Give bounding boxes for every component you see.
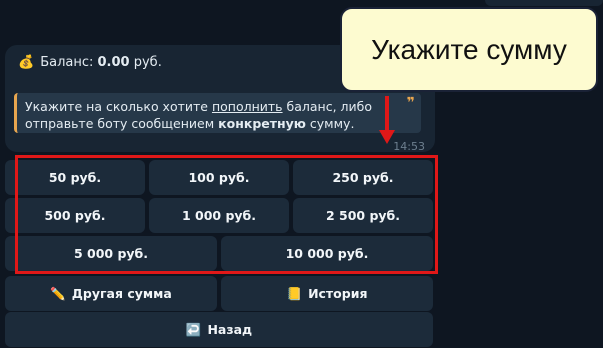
other-amount-button[interactable]: ✏️ Другая сумма xyxy=(5,276,217,311)
topup-link: пополнить xyxy=(211,99,283,114)
other-amount-label: Другая сумма xyxy=(71,286,172,301)
amount-buttons-highlight xyxy=(15,155,438,274)
pointer-arrow-shaft xyxy=(385,96,389,132)
message-time: 14:53 xyxy=(393,140,425,153)
history-label: История xyxy=(308,286,368,301)
balance-label: Баланс: xyxy=(40,55,94,70)
balance-line: 💰 Баланс: 0.00 руб. xyxy=(18,55,162,70)
quote-block: Укажите на сколько хотите пополнить бала… xyxy=(14,93,421,133)
notepad-icon: 📒 xyxy=(286,285,303,301)
balance-currency: руб. xyxy=(133,55,162,70)
balance-value: 0.00 xyxy=(97,55,130,70)
money-bag-icon: 💰 xyxy=(18,55,35,70)
quote-line-2: отправьте боту сообщением конкретную сум… xyxy=(25,116,355,131)
pointer-arrow-head-icon xyxy=(379,130,395,144)
history-button[interactable]: 📒 История xyxy=(221,276,433,311)
previous-message-edge xyxy=(485,0,603,6)
back-label: Назад xyxy=(207,322,253,337)
callout-box: Укажите сумму xyxy=(340,7,598,92)
pencil-icon: ✏️ xyxy=(50,285,66,301)
quote-mark-icon: ❞ xyxy=(406,95,415,111)
return-arrow-icon: ↩️ xyxy=(185,321,202,337)
quote-line-1: Укажите на сколько хотите пополнить бала… xyxy=(25,99,372,114)
back-button[interactable]: ↩️ Назад xyxy=(5,312,433,347)
